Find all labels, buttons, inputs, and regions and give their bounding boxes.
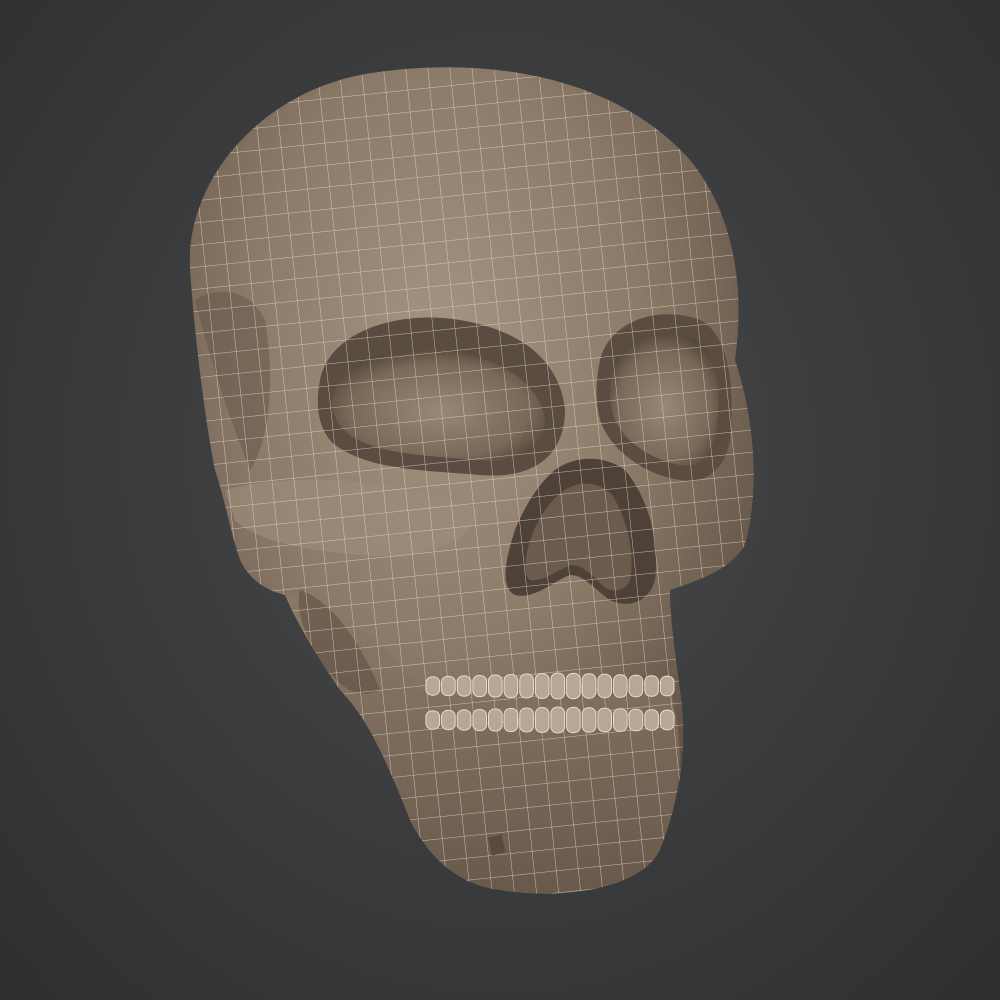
upper-tooth — [441, 675, 456, 697]
lower-tooth — [644, 709, 659, 731]
upper-tooth — [644, 675, 659, 697]
lower-tooth — [503, 708, 519, 732]
3d-viewport[interactable] — [0, 0, 1000, 1000]
lower-tooth — [628, 708, 644, 732]
lower-tooth — [597, 707, 613, 733]
lower-tooth — [613, 708, 628, 732]
upper-tooth — [456, 675, 472, 697]
lower-tooth — [472, 709, 487, 732]
upper-tooth — [581, 673, 597, 699]
lower-tooth — [441, 709, 456, 731]
lower-tooth — [566, 706, 581, 734]
upper-tooth — [519, 673, 534, 699]
lower-tooth — [581, 707, 597, 733]
lower-tooth — [519, 707, 534, 733]
upper-tooth — [597, 673, 613, 699]
skull-render — [189, 67, 754, 894]
lower-tooth — [488, 708, 503, 732]
upper-tooth — [613, 674, 628, 698]
lower-tooth — [659, 709, 675, 731]
upper-tooth — [503, 674, 519, 698]
upper-tooth — [472, 675, 487, 698]
upper-tooth — [534, 673, 550, 699]
upper-tooth — [488, 674, 503, 698]
upper-tooth — [659, 675, 675, 697]
lower-tooth — [456, 709, 472, 731]
lower-tooth — [534, 707, 550, 733]
upper-tooth — [550, 672, 566, 700]
upper-tooth — [425, 676, 441, 696]
upper-tooth — [566, 672, 581, 700]
lower-tooth — [550, 706, 566, 734]
upper-tooth — [628, 674, 644, 698]
lower-tooth — [425, 710, 441, 730]
